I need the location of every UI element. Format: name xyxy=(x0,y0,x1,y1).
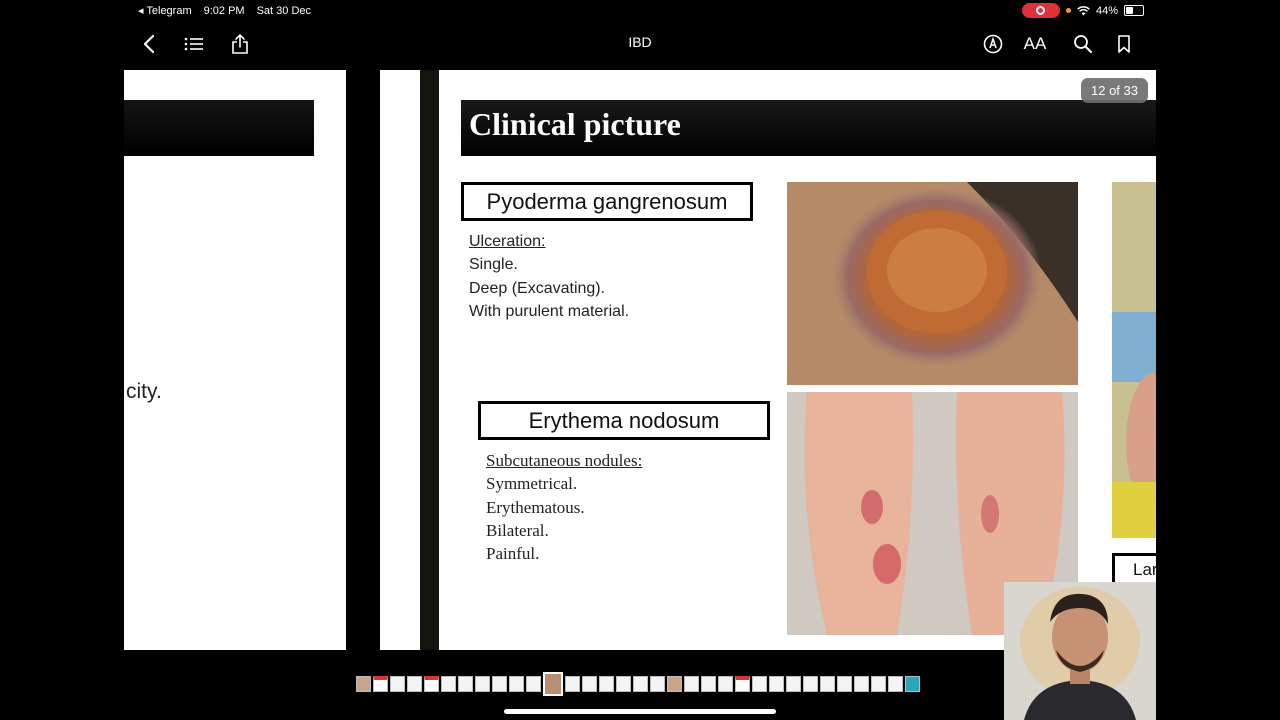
current-slide[interactable]: Clinical picture 12 of 33 Pyoderma gangr… xyxy=(439,70,1156,650)
page-thumbnail[interactable] xyxy=(565,676,580,692)
page-thumbnail[interactable] xyxy=(599,676,614,692)
page-thumbnail[interactable] xyxy=(718,676,733,692)
page-thumbnail[interactable] xyxy=(735,676,750,692)
erythema-heading-box: Erythema nodosum xyxy=(478,401,770,440)
list-item: Bilateral. xyxy=(486,520,549,540)
page-thumbnail[interactable] xyxy=(752,676,767,692)
page-thumbnail[interactable] xyxy=(905,676,920,692)
page-thumbnail[interactable] xyxy=(888,676,903,692)
search-button[interactable] xyxy=(1070,32,1096,56)
mic-indicator-icon xyxy=(1065,8,1071,13)
page-thumbnail[interactable] xyxy=(803,676,818,692)
list-item: Painful. xyxy=(486,544,540,564)
page-thumbnail[interactable] xyxy=(526,676,541,692)
page-thumbnail[interactable] xyxy=(837,676,852,692)
slide-header: Clinical picture xyxy=(461,100,1156,156)
home-indicator[interactable] xyxy=(504,709,776,714)
pyoderma-description: Ulceration: Single. Deep (Excavating). W… xyxy=(469,230,629,323)
page-thumbnail[interactable] xyxy=(390,676,405,692)
pyoderma-subheading: Ulceration: xyxy=(469,233,546,250)
page-thumbnail[interactable] xyxy=(650,676,665,692)
partial-photo xyxy=(1112,182,1156,538)
page-thumbnail[interactable] xyxy=(356,676,371,692)
page-thumbnail[interactable] xyxy=(684,676,699,692)
erythema-heading: Erythema nodosum xyxy=(528,407,720,433)
pyoderma-heading-box: Pyoderma gangrenosum xyxy=(461,182,753,221)
text-size-icon: AA xyxy=(1023,34,1047,53)
back-to-app-link[interactable]: ◂ Telegram xyxy=(138,4,192,17)
page-thumbnail[interactable] xyxy=(820,676,835,692)
page-thumbnail-strip[interactable] xyxy=(356,672,920,696)
list-item: Single. xyxy=(469,256,518,274)
page-thumbnail[interactable] xyxy=(854,676,869,692)
page-thumbnail[interactable] xyxy=(769,676,784,692)
status-date: Sat 30 Dec xyxy=(256,4,312,17)
previous-page-text: city. xyxy=(126,380,162,403)
page-thumbnail[interactable] xyxy=(667,676,682,692)
presenter-webcam-overlay xyxy=(1004,582,1156,720)
page-thumbnail[interactable] xyxy=(786,676,801,692)
wifi-icon xyxy=(1077,5,1090,15)
previous-page[interactable]: city. xyxy=(124,70,346,650)
markup-icon xyxy=(983,34,1003,54)
page-thumbnail[interactable] xyxy=(492,676,507,692)
page-thumbnail[interactable] xyxy=(616,676,631,692)
page-thumbnail[interactable] xyxy=(582,676,597,692)
page-thumbnail[interactable] xyxy=(458,676,473,692)
previous-page-header xyxy=(124,100,314,156)
status-left: ◂ Telegram 9:02 PM Sat 30 Dec xyxy=(138,4,312,18)
list-item: Symmetrical. xyxy=(486,474,578,494)
slide-left-border xyxy=(420,70,439,650)
pyoderma-heading: Pyoderma gangrenosum xyxy=(486,188,728,214)
status-bar: ◂ Telegram 9:02 PM Sat 30 Dec 44% xyxy=(124,0,1156,22)
page-thumbnail[interactable] xyxy=(701,676,716,692)
battery-percent: 44% xyxy=(1095,4,1118,17)
list-item: Erythematous. xyxy=(486,497,585,517)
erythema-subheading: Subcutaneous nodules: xyxy=(486,451,643,470)
status-right: 44% xyxy=(1021,3,1144,18)
battery-icon xyxy=(1124,5,1144,16)
pyoderma-photo xyxy=(787,182,1078,385)
page-thumbnail[interactable] xyxy=(407,676,422,692)
list-item: With purulent material. xyxy=(469,302,630,320)
screen-recording-icon[interactable] xyxy=(1021,3,1060,18)
page-margin xyxy=(380,70,420,650)
erythema-description: Subcutaneous nodules: Symmetrical. Eryth… xyxy=(486,449,642,565)
page-thumbnail[interactable] xyxy=(475,676,490,692)
next-label: Lar xyxy=(1133,560,1156,579)
markup-button[interactable] xyxy=(980,32,1006,56)
page-thumbnail[interactable] xyxy=(424,676,439,692)
document-view[interactable]: city. Clinical picture 12 of 33 Pyoderma… xyxy=(124,70,1156,650)
page-thumbnail[interactable] xyxy=(509,676,524,692)
text-size-button[interactable]: AA xyxy=(1020,32,1050,56)
page-thumbnail[interactable] xyxy=(373,676,388,692)
status-time: 9:02 PM xyxy=(203,4,245,17)
page-indicator: 12 of 33 xyxy=(1081,78,1148,103)
slide-title: Clinical picture xyxy=(469,106,681,142)
page-thumbnail[interactable] xyxy=(633,676,648,692)
bookmark-icon xyxy=(1118,35,1130,53)
nav-bar: IBD AA xyxy=(124,24,1156,64)
page-thumbnail[interactable] xyxy=(441,676,456,692)
page-thumbnail-current[interactable] xyxy=(543,672,563,696)
list-item: Deep (Excavating). xyxy=(469,279,606,297)
bookmark-button[interactable] xyxy=(1111,32,1137,56)
page-thumbnail[interactable] xyxy=(871,676,886,692)
search-icon xyxy=(1074,35,1092,53)
